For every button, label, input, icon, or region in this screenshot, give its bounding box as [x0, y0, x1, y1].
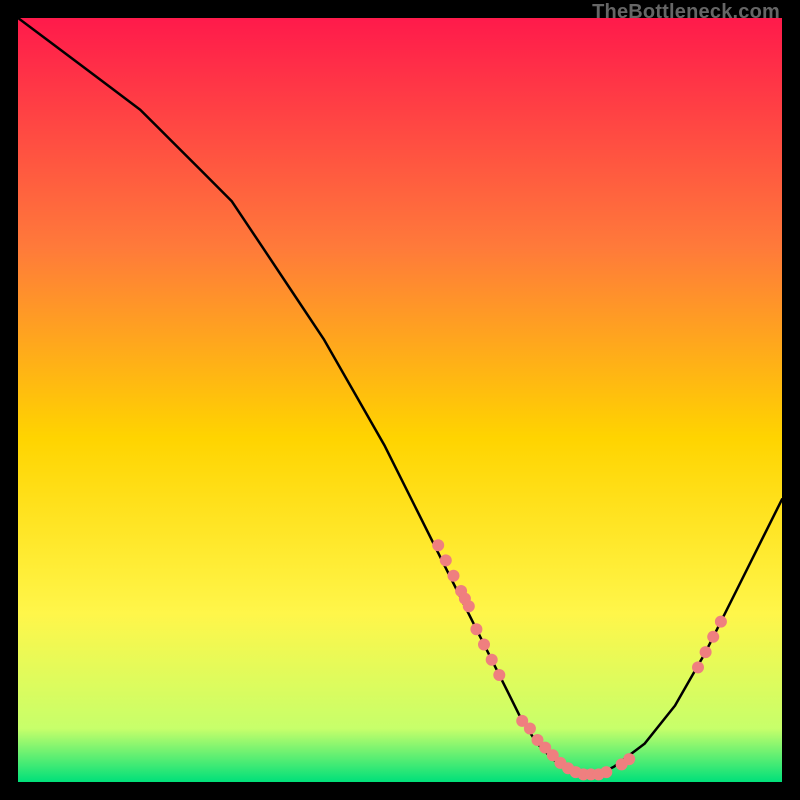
marker-dot — [623, 753, 635, 765]
marker-dot — [700, 646, 712, 658]
marker-dot — [707, 631, 719, 643]
marker-dot — [470, 623, 482, 635]
marker-dot — [463, 600, 475, 612]
marker-dot — [432, 539, 444, 551]
marker-dot — [600, 766, 612, 778]
marker-dot — [486, 654, 498, 666]
marker-dot — [493, 669, 505, 681]
marker-dot — [478, 639, 490, 651]
marker-dot — [524, 723, 536, 735]
gradient-background — [18, 18, 782, 782]
marker-dot — [448, 570, 460, 582]
marker-dot — [715, 616, 727, 628]
bottleneck-chart — [18, 18, 782, 782]
chart-frame — [18, 18, 782, 782]
marker-dot — [692, 661, 704, 673]
marker-dot — [440, 554, 452, 566]
